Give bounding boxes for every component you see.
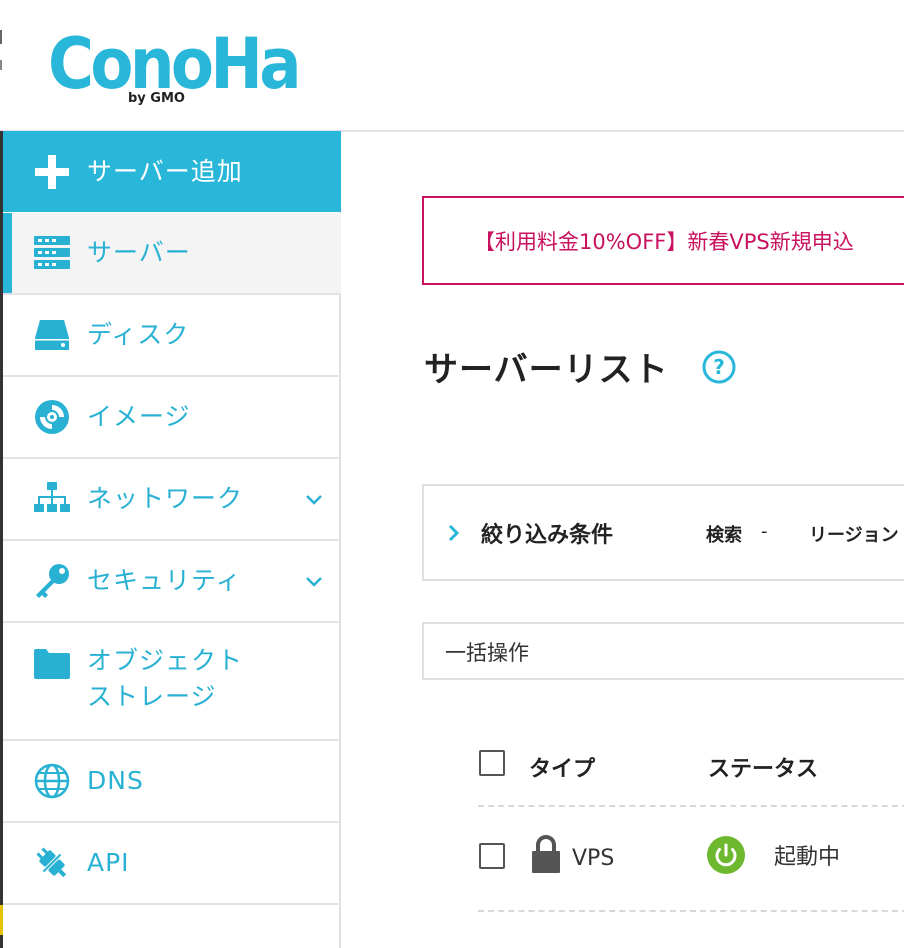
filter-search-value: -	[761, 521, 768, 542]
chevron-down-icon	[306, 577, 322, 587]
sidebar-item-api[interactable]: API	[3, 823, 341, 905]
sidebar-item-label: オブジェクト	[87, 646, 244, 675]
sidebar: サーバー追加 サーバー ディスク イメージ ネットワーク セキュリティ オブジェ…	[0, 131, 341, 948]
filter-search-label: 検索	[706, 525, 742, 546]
row-divider	[478, 805, 904, 807]
chevron-right-icon[interactable]	[444, 516, 464, 550]
sidebar-item-label: DNS	[87, 766, 144, 795]
column-header-type[interactable]: タイプ	[529, 751, 595, 783]
add-server-label: サーバー追加	[87, 156, 243, 186]
sidebar-item-server[interactable]: サーバー	[3, 213, 341, 295]
filter-region-label: リージョン	[809, 525, 899, 546]
bulk-action-label: 一括操作	[445, 641, 529, 665]
sidebar-item-label: API	[87, 848, 130, 877]
lock-icon	[532, 835, 560, 873]
svg-text:by GMO: by GMO	[128, 91, 185, 106]
bulk-action-select[interactable]: 一括操作	[422, 622, 904, 680]
campaign-banner[interactable]: 【利用料金10%OFF】新春VPS新規申込	[422, 196, 904, 285]
sidebar-item-label: ディスク	[87, 320, 190, 349]
key-icon	[33, 562, 71, 600]
sidebar-item-object-storage[interactable]: オブジェクト ストレージ	[3, 623, 341, 741]
sidebar-item-label: サーバー	[87, 238, 191, 267]
server-status: 起動中	[774, 845, 841, 870]
sidebar-item-security[interactable]: セキュリティ	[3, 541, 341, 623]
window-edge	[0, 30, 3, 935]
globe-icon	[33, 762, 71, 800]
help-icon[interactable]: ?	[702, 350, 736, 384]
svg-text:?: ?	[713, 355, 725, 379]
filter-label[interactable]: 絞り込み条件	[481, 517, 613, 549]
filter-panel[interactable]: 絞り込み条件 検索 - リージョン	[422, 484, 904, 581]
sidebar-item-disk[interactable]: ディスク	[3, 295, 341, 377]
plus-icon	[33, 153, 71, 191]
server-icon	[33, 234, 71, 272]
server-type[interactable]: VPS	[572, 846, 614, 871]
sidebar-item-dns[interactable]: DNS	[3, 741, 341, 823]
row-checkbox[interactable]	[479, 843, 505, 869]
add-server-button[interactable]: サーバー追加	[3, 131, 341, 212]
image-disc-icon	[33, 398, 71, 436]
sidebar-item-label: セキュリティ	[87, 566, 242, 595]
column-header-status[interactable]: ステータス	[708, 751, 818, 783]
sidebar-item-label: イメージ	[87, 402, 191, 431]
page-title: サーバーリスト	[424, 350, 669, 390]
disk-icon	[33, 316, 71, 354]
row-divider	[478, 910, 904, 912]
header: ConoHa by GMO	[0, 0, 904, 132]
sidebar-item-network[interactable]: ネットワーク	[3, 459, 341, 541]
conoha-logo[interactable]: ConoHa by GMO	[48, 22, 303, 107]
banner-text: 【利用料金10%OFF】新春VPS新規申込	[474, 229, 854, 254]
chevron-down-icon	[306, 495, 322, 505]
sidebar-item-label: ネットワーク	[87, 484, 244, 513]
power-icon	[707, 836, 745, 874]
sidebar-item-label-line2: ストレージ	[87, 682, 217, 711]
plug-icon	[33, 844, 71, 882]
folder-icon	[33, 644, 71, 682]
network-icon	[33, 480, 71, 518]
select-all-checkbox[interactable]	[479, 750, 505, 776]
sidebar-item-image[interactable]: イメージ	[3, 377, 341, 459]
